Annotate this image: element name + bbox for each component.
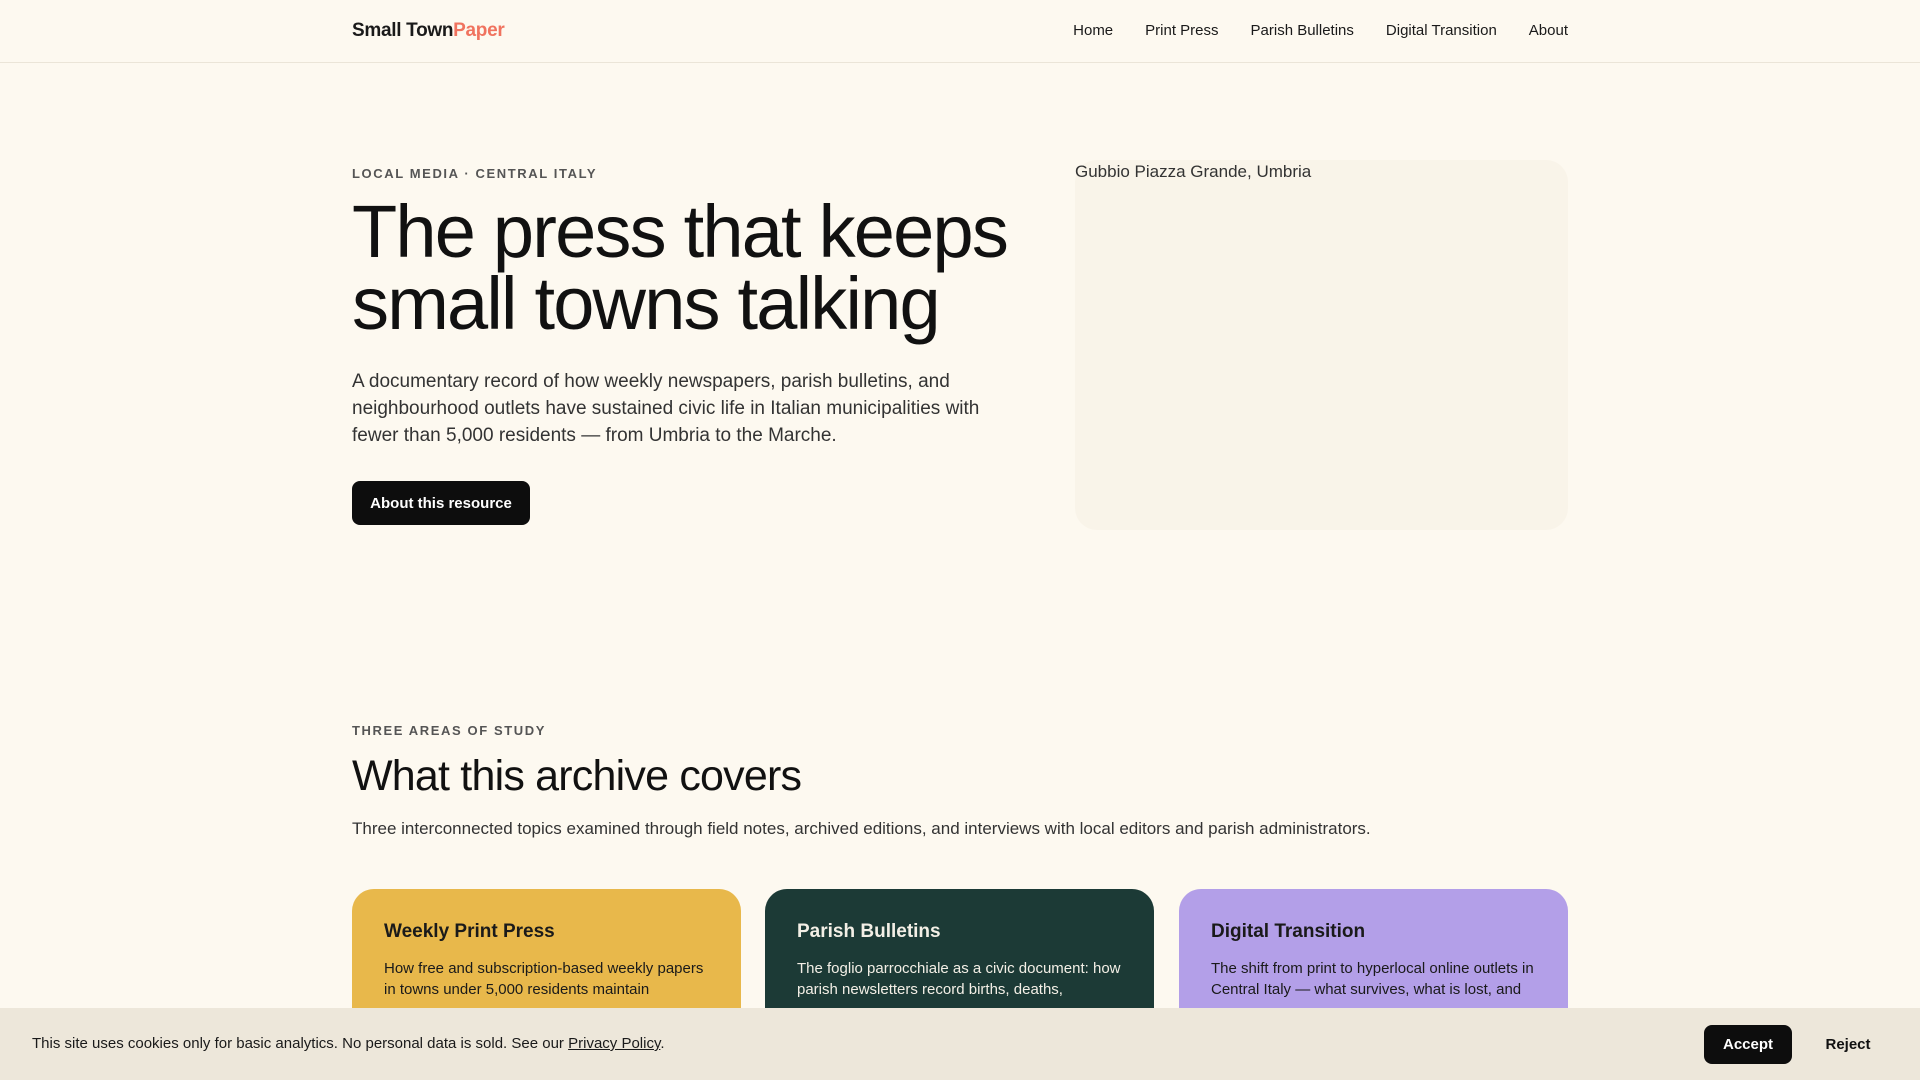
hero-description: A documentary record of how weekly newsp… [352, 371, 980, 446]
brand-logo[interactable]: Small TownPaper [352, 20, 505, 42]
accept-cookies-button[interactable]: Accept [1704, 1025, 1792, 1064]
card-text: The foglio parrocchiale as a civic docum… [797, 960, 1121, 998]
hero-eyebrow: LOCAL MEDIA · CENTRAL ITALY [352, 166, 598, 181]
cookie-text-before: This site uses cookies only for basic an… [32, 1035, 569, 1052]
privacy-policy-link[interactable]: Privacy Policy [568, 1035, 660, 1052]
section-eyebrow: THREE AREAS OF STUDY [352, 723, 547, 738]
brand-main: Small Town [352, 20, 454, 41]
card-title: Weekly Print Press [384, 921, 555, 942]
cookie-text-after: . [660, 1035, 665, 1052]
about-resource-button[interactable]: About this resource [352, 481, 530, 525]
card-text: How free and subscription-based weekly p… [384, 960, 704, 998]
hero-image-alt-text: Gubbio Piazza Grande, Umbria [1075, 162, 1312, 181]
nav-digital-transition[interactable]: Digital Transition [1386, 22, 1497, 39]
section-description: Three interconnected topics examined thr… [352, 819, 1371, 838]
reject-cookies-button[interactable]: Reject [1808, 1025, 1888, 1064]
nav-print-press[interactable]: Print Press [1145, 22, 1218, 39]
card-title: Digital Transition [1211, 921, 1366, 942]
hero-image: Gubbio Piazza Grande, Umbria [1075, 160, 1568, 530]
nav-home[interactable]: Home [1073, 22, 1113, 39]
main-nav: Home Print Press Parish Bulletins Digita… [1073, 22, 1568, 39]
card-text: The shift from print to hyperlocal onlin… [1211, 960, 1534, 998]
site-header: Small TownPaper Home Print Press Parish … [0, 0, 1920, 63]
nav-about[interactable]: About [1529, 22, 1568, 39]
cookie-text: This site uses cookies only for basic an… [32, 1035, 665, 1052]
section-title: What this archive covers [352, 752, 802, 800]
hero-title: The press that keeps small towns talking [352, 190, 1009, 345]
nav-parish-bulletins[interactable]: Parish Bulletins [1251, 22, 1354, 39]
card-title: Parish Bulletins [797, 921, 941, 942]
cookie-banner: This site uses cookies only for basic an… [0, 1008, 1920, 1080]
brand-accent: Paper [453, 20, 505, 41]
